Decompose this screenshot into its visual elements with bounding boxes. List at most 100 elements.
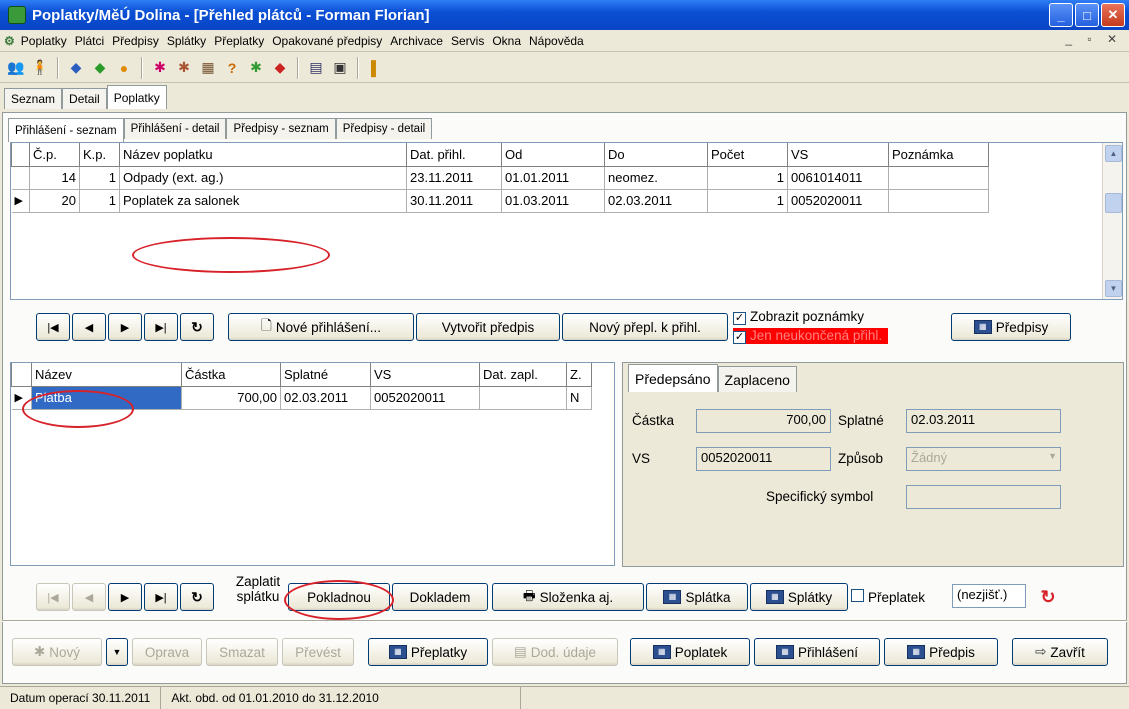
- menu-preplatky[interactable]: Přeplatky: [210, 34, 268, 48]
- refresh-button[interactable]: ↻: [180, 313, 214, 341]
- prev-record-button[interactable]: ◀: [72, 313, 106, 341]
- tab-detail[interactable]: Detail: [62, 88, 107, 109]
- pay-last-button[interactable]: ▶|: [144, 583, 178, 611]
- zpusob-select[interactable]: Žádný ▼: [906, 447, 1061, 471]
- slozenka-button[interactable]: 🖶 Složenka aj.: [492, 583, 644, 611]
- menu-opakovane[interactable]: Opakované předpisy: [268, 34, 386, 48]
- only-open-checkbox[interactable]: ✓ Jen neukončená přihl.: [733, 328, 889, 344]
- predpisy-button[interactable]: ▦ Předpisy: [951, 313, 1071, 341]
- dokladem-button[interactable]: Dokladem: [392, 583, 488, 611]
- predpis-button[interactable]: ▦ Předpis: [884, 638, 998, 666]
- pay-prev-button[interactable]: ◀: [72, 583, 106, 611]
- poplatek-button[interactable]: ▦ Poplatek: [630, 638, 750, 666]
- zavrit-button[interactable]: ⇨ Zavřít: [1012, 638, 1108, 666]
- tab-predepsano[interactable]: Předepsáno: [628, 364, 718, 392]
- calculator-icon[interactable]: ▣: [330, 58, 350, 78]
- table-icon[interactable]: ▤: [306, 58, 326, 78]
- menu-napoveda[interactable]: Nápověda: [525, 34, 588, 48]
- title-bar[interactable]: Poplatky/MěÚ Dolina - [Přehled plátců - …: [0, 0, 1129, 30]
- menu-predpisy[interactable]: Předpisy: [108, 34, 163, 48]
- people-icon[interactable]: 👥: [6, 58, 26, 78]
- status-bar: Datum operací 30.11.2011 Akt. obd. od 01…: [0, 686, 1129, 709]
- chevron-down-icon[interactable]: ▼: [1048, 451, 1057, 461]
- menu-okna[interactable]: Okna: [488, 34, 525, 48]
- splatky-button[interactable]: ▦ Splátky: [750, 583, 848, 611]
- mdi-controls[interactable]: _ ▫ ✕: [1065, 32, 1123, 46]
- splatka-button[interactable]: ▦ Splátka: [646, 583, 748, 611]
- close-button[interactable]: ✕: [1101, 3, 1125, 27]
- dod-udaje-button[interactable]: ▤ Dod. údaje: [492, 638, 618, 666]
- splatne-field[interactable]: 02.03.2011: [906, 409, 1061, 433]
- menu-servis[interactable]: Servis: [447, 34, 488, 48]
- person-icon[interactable]: 🧍: [30, 58, 50, 78]
- create-predpis-button[interactable]: Vytvořit předpis: [416, 313, 560, 341]
- castka-label: Částka: [632, 413, 675, 428]
- col-kp[interactable]: K.p.: [79, 143, 120, 167]
- table-row[interactable]: 14 1 Odpady (ext. ag.) 23.11.2011 01.01.…: [11, 166, 989, 190]
- col-pay-datzapl[interactable]: Dat. zapl.: [479, 363, 567, 387]
- menu-platci[interactable]: Plátci: [71, 34, 108, 48]
- green-diamond-icon[interactable]: ◆: [90, 58, 110, 78]
- menu-splatky[interactable]: Splátky: [163, 34, 210, 48]
- col-pay-nazev[interactable]: Název: [31, 363, 182, 387]
- question-icon[interactable]: ?: [222, 58, 242, 78]
- col-dat-prihl[interactable]: Dat. přihl.: [406, 143, 502, 167]
- vs-field[interactable]: 0052020011: [696, 447, 831, 471]
- preplatek-checkbox[interactable]: Přeplatek: [851, 589, 925, 605]
- pay-next-button[interactable]: ▶: [108, 583, 142, 611]
- prihlaseni-button[interactable]: ▦ Přihlášení: [754, 638, 880, 666]
- first-record-button[interactable]: |◀: [36, 313, 70, 341]
- col-cp[interactable]: Č.p.: [29, 143, 80, 167]
- blue-diamond-icon[interactable]: ◆: [66, 58, 86, 78]
- tab-zaplaceno[interactable]: Zaplaceno: [717, 366, 797, 392]
- minimize-button[interactable]: _: [1049, 3, 1073, 27]
- coin-icon[interactable]: ●: [114, 58, 134, 78]
- group4-icon[interactable]: ✱: [246, 58, 266, 78]
- spec-symbol-field[interactable]: [906, 485, 1061, 509]
- novy-button[interactable]: ✱ Nový: [12, 638, 102, 666]
- tab-prihlaseni-seznam[interactable]: Přihlášení - seznam: [8, 118, 124, 142]
- exit-door-icon[interactable]: ▌: [366, 58, 386, 78]
- col-pay-castka[interactable]: Částka: [181, 363, 281, 387]
- col-od[interactable]: Od: [501, 143, 605, 167]
- calculate-icon[interactable]: ↻: [1036, 585, 1060, 609]
- castka-field[interactable]: 700,00: [696, 409, 831, 433]
- maximize-button[interactable]: □: [1075, 3, 1099, 27]
- registration-grid[interactable]: Č.p. K.p. Název poplatku Dat. přihl. Od …: [10, 142, 1123, 300]
- tab-predpisy-seznam[interactable]: Předpisy - seznam: [226, 118, 336, 139]
- smazat-button[interactable]: Smazat: [206, 638, 278, 666]
- col-vs[interactable]: VS: [787, 143, 889, 167]
- group-icon[interactable]: ✱: [150, 58, 170, 78]
- preplatky-button[interactable]: ▦ Přeplatky: [368, 638, 488, 666]
- prevest-button[interactable]: Převést: [282, 638, 354, 666]
- col-pocet[interactable]: Počet: [707, 143, 788, 167]
- table-row[interactable]: ▶ 20 1 Poplatek za salonek 30.11.2011 01…: [11, 189, 989, 213]
- nezjist-field[interactable]: (nezjišť.): [952, 584, 1026, 608]
- tab-seznam[interactable]: Seznam: [4, 88, 63, 109]
- menu-poplatky[interactable]: Poplatky: [17, 34, 71, 48]
- last-record-button[interactable]: ▶|: [144, 313, 178, 341]
- group2-icon[interactable]: ✱: [174, 58, 194, 78]
- new-registration-button[interactable]: 🗋 Nové přihlášení...: [228, 313, 414, 341]
- tab-poplatky[interactable]: Poplatky: [106, 85, 167, 109]
- show-notes-checkbox[interactable]: ✓ Zobrazit poznámky: [733, 309, 864, 325]
- registration-scrollbar[interactable]: ▲ ▼: [1102, 143, 1122, 299]
- tab-predpisy-detail[interactable]: Předpisy - detail: [335, 118, 433, 139]
- pay-refresh-button[interactable]: ↻: [180, 583, 214, 611]
- novy-dropdown[interactable]: ▼: [106, 638, 128, 666]
- tab-prihlaseni-detail[interactable]: Přihlášení - detail: [123, 118, 227, 139]
- col-do[interactable]: Do: [604, 143, 708, 167]
- oprava-button[interactable]: Oprava: [132, 638, 202, 666]
- group3-icon[interactable]: ▦: [198, 58, 218, 78]
- col-pay-splatne[interactable]: Splatné: [280, 363, 371, 387]
- col-pay-z[interactable]: Z.: [566, 363, 592, 387]
- pay-first-button[interactable]: |◀: [36, 583, 70, 611]
- menu-archivace[interactable]: Archivace: [386, 34, 447, 48]
- next-record-button[interactable]: ▶: [108, 313, 142, 341]
- col-pay-vs[interactable]: VS: [370, 363, 480, 387]
- col-nazev[interactable]: Název poplatku: [119, 143, 407, 167]
- col-poznamka[interactable]: Poznámka: [888, 143, 989, 167]
- new-overpayment-button[interactable]: Nový přepl. k přihl.: [562, 313, 728, 341]
- red-diamond-icon[interactable]: ◆: [270, 58, 290, 78]
- toolbar: 👥 🧍 ◆ ◆ ● ✱ ✱ ▦ ? ✱ ◆ ▤ ▣ ▌: [0, 53, 1129, 83]
